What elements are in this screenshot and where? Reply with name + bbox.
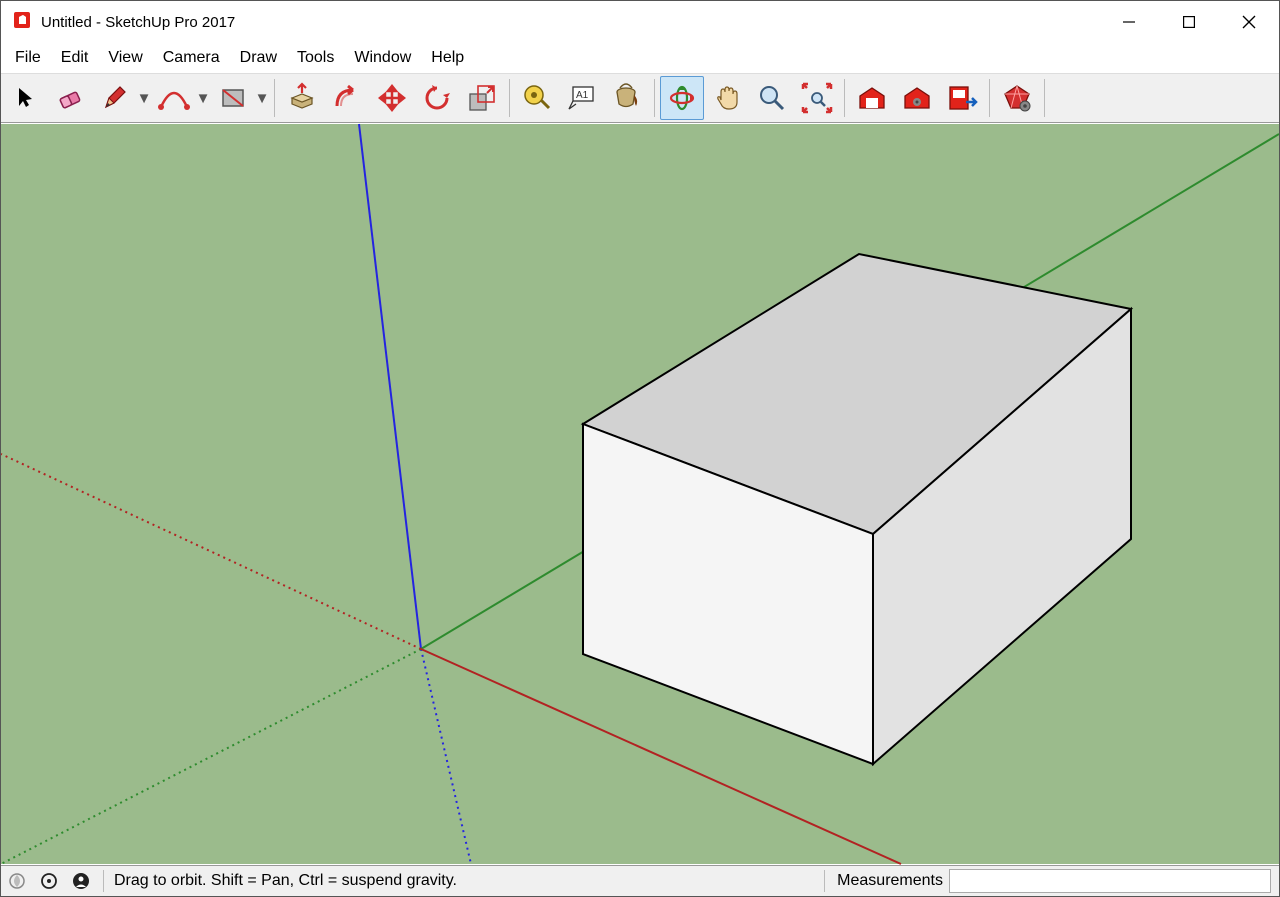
push-pull-tool[interactable] [280, 76, 324, 120]
push-pull-icon [286, 82, 318, 114]
move-tool[interactable] [370, 76, 414, 120]
menu-view[interactable]: View [98, 46, 152, 70]
rectangle-tool[interactable] [211, 76, 255, 120]
close-button[interactable] [1219, 1, 1279, 43]
measurement-label: Measurements [831, 872, 949, 890]
warehouse-icon [856, 82, 888, 114]
rotate-tool[interactable] [415, 76, 459, 120]
app-icon [11, 9, 33, 35]
rectangle-dropdown[interactable]: ▼ [255, 77, 269, 119]
menu-camera[interactable]: Camera [153, 46, 230, 70]
zoom-extents-tool[interactable] [795, 76, 839, 120]
pan-tool[interactable] [705, 76, 749, 120]
model-viewport[interactable] [1, 123, 1279, 865]
geolocation-icon[interactable] [5, 869, 29, 893]
scale-icon [466, 82, 498, 114]
menu-file[interactable]: File [5, 46, 51, 70]
cursor-icon [11, 84, 39, 112]
menu-draw[interactable]: Draw [230, 46, 287, 70]
extension-warehouse-icon [901, 82, 933, 114]
toolbar-separator [509, 79, 510, 117]
magnifier-icon [756, 82, 788, 114]
paint-bucket-icon [611, 82, 643, 114]
window-title: Untitled - SketchUp Pro 2017 [41, 14, 235, 31]
status-hint: Drag to orbit. Shift = Pan, Ctrl = suspe… [110, 872, 818, 890]
eraser-icon [55, 83, 85, 113]
orbit-icon [666, 82, 698, 114]
pencil-icon [100, 83, 130, 113]
minimize-icon [1123, 16, 1135, 28]
arc-icon [157, 83, 191, 113]
ruby-icon [1001, 82, 1033, 114]
offset-icon [331, 82, 363, 114]
toolbar-separator [844, 79, 845, 117]
app-window: Untitled - SketchUp Pro 2017 File Edit V… [0, 0, 1280, 897]
offset-tool[interactable] [325, 76, 369, 120]
title-bar: Untitled - SketchUp Pro 2017 [1, 1, 1279, 43]
maximize-icon [1183, 16, 1195, 28]
measurement-input[interactable] [949, 869, 1271, 893]
menu-tools[interactable]: Tools [287, 46, 344, 70]
pencil-tool[interactable] [93, 76, 137, 120]
status-bar: Drag to orbit. Shift = Pan, Ctrl = suspe… [1, 865, 1279, 896]
arc-dropdown[interactable]: ▼ [196, 77, 210, 119]
toolbar-separator [274, 79, 275, 117]
menu-help[interactable]: Help [421, 46, 474, 70]
scale-tool[interactable] [460, 76, 504, 120]
layout-icon [946, 82, 978, 114]
maximize-button[interactable] [1159, 1, 1219, 43]
tape-measure-tool[interactable] [515, 76, 559, 120]
rectangle-icon [218, 83, 248, 113]
zoom-extents-icon [801, 82, 833, 114]
toolbar-separator [654, 79, 655, 117]
text-tool[interactable]: A1 [560, 76, 604, 120]
toolbar-separator [989, 79, 990, 117]
close-icon [1242, 15, 1256, 29]
arc-tool[interactable] [152, 76, 196, 120]
toolbar: ▼ ▼ ▼ [1, 74, 1279, 123]
ruby-console-tool[interactable] [995, 76, 1039, 120]
viewport-canvas [1, 123, 1279, 865]
tape-measure-icon [521, 82, 553, 114]
pencil-tool-group: ▼ [93, 76, 151, 120]
menu-window[interactable]: Window [344, 46, 421, 70]
layout-tool[interactable] [940, 76, 984, 120]
extension-warehouse-tool[interactable] [895, 76, 939, 120]
move-icon [376, 82, 408, 114]
profile-icon[interactable] [69, 869, 93, 893]
svg-text:A1: A1 [576, 90, 589, 101]
status-divider [824, 870, 825, 892]
status-divider [103, 870, 104, 892]
zoom-tool[interactable] [750, 76, 794, 120]
rotate-icon [421, 82, 453, 114]
select-tool[interactable] [3, 76, 47, 120]
eraser-tool[interactable] [48, 76, 92, 120]
pencil-dropdown[interactable]: ▼ [137, 77, 151, 119]
text-icon: A1 [566, 82, 598, 114]
orbit-tool[interactable] [660, 76, 704, 120]
arc-tool-group: ▼ [152, 76, 210, 120]
toolbar-separator [1044, 79, 1045, 117]
menu-edit[interactable]: Edit [51, 46, 99, 70]
rectangle-tool-group: ▼ [211, 76, 269, 120]
credits-icon[interactable] [37, 869, 61, 893]
paint-bucket-tool[interactable] [605, 76, 649, 120]
warehouse-tool[interactable] [850, 76, 894, 120]
menu-bar: File Edit View Camera Draw Tools Window … [1, 43, 1279, 74]
minimize-button[interactable] [1099, 1, 1159, 43]
hand-icon [711, 82, 743, 114]
